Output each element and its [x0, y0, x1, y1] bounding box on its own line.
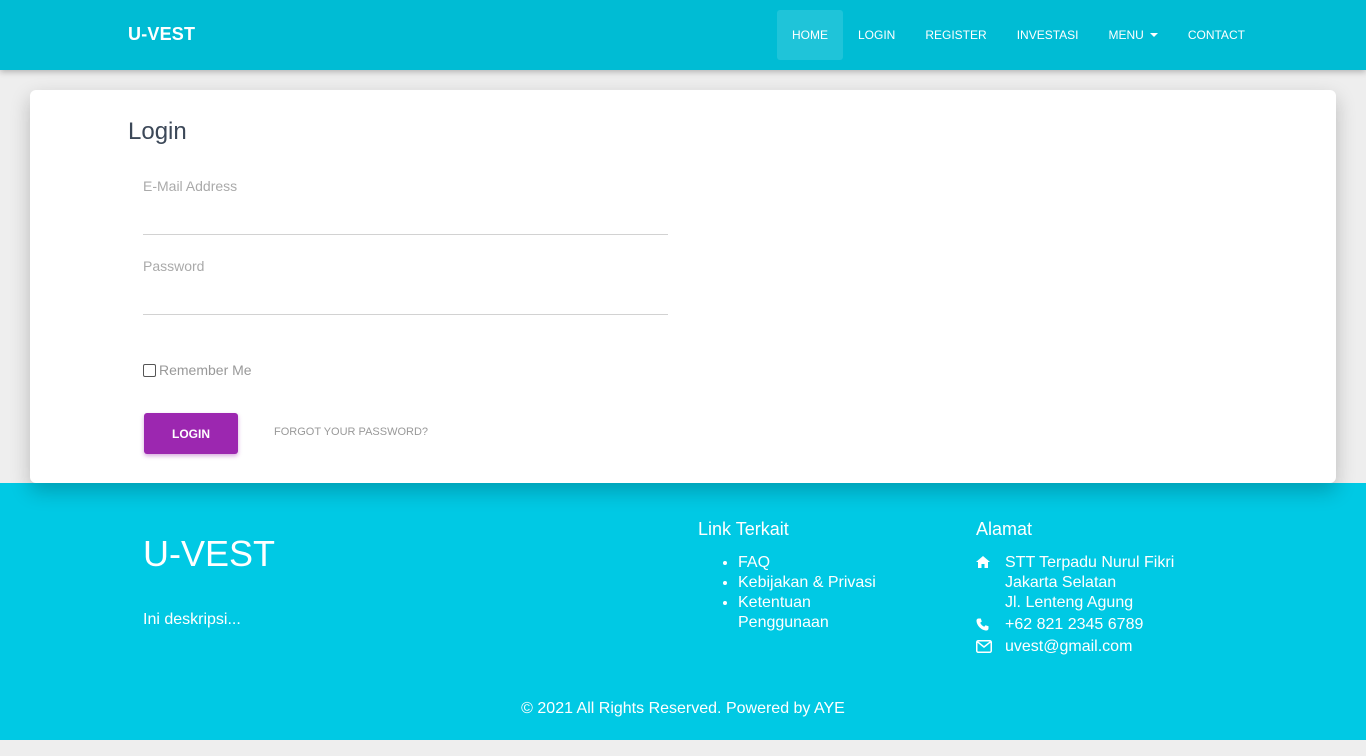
address-heading: Alamat	[976, 519, 1033, 539]
copyright: © 2021 All Rights Reserved. Powered by A…	[521, 700, 845, 717]
address-line: Jl. Lenteng Agung	[1005, 594, 1134, 611]
home-icon	[976, 553, 1005, 613]
email-label: E-Mail Address	[143, 178, 238, 194]
footer-link-privacy[interactable]: Kebijakan & Privasi	[738, 573, 898, 593]
footer-link-faq[interactable]: FAQ	[738, 553, 898, 573]
navbar-brand[interactable]: U-VEST	[128, 24, 195, 45]
nav-item-menu-dropdown[interactable]: MENU	[1093, 10, 1172, 60]
footer-brand: U-VEST	[143, 533, 276, 574]
address-line: STT Terpadu Nurul Fikri	[1005, 554, 1175, 571]
remember-me-checkbox[interactable]	[143, 363, 156, 377]
nav-item-contact[interactable]: CONTACT	[1173, 10, 1260, 60]
remember-me: Remember Me	[143, 362, 252, 378]
navbar: U-VEST HOME LOGIN REGISTER INVESTASI MEN…	[0, 0, 1366, 70]
address-line: Jakarta Selatan	[1005, 574, 1117, 591]
nav-item-register[interactable]: REGISTER	[910, 10, 1001, 60]
footer: U-VEST Ini deskripsi... Link Terkait FAQ…	[0, 483, 1366, 740]
footer-description: Ini deskripsi...	[143, 611, 241, 628]
nav-item-login[interactable]: LOGIN	[843, 10, 910, 60]
envelope-icon	[976, 637, 1005, 657]
caret-down-icon	[1149, 33, 1158, 37]
footer-links: FAQ Kebijakan & Privasi Ketentuan Penggu…	[738, 553, 898, 633]
password-label: Password	[143, 258, 205, 274]
nav-item-home[interactable]: HOME	[777, 10, 843, 60]
footer-address: STT Terpadu Nurul Fikri Jakarta Selatan …	[976, 553, 1236, 659]
footer-email[interactable]: uvest@gmail.com	[1005, 637, 1132, 657]
password-field[interactable]	[143, 287, 668, 315]
login-card: Login E-Mail Address Password Remember M…	[30, 90, 1336, 483]
page-title: Login	[128, 118, 187, 145]
email-field[interactable]	[143, 207, 668, 235]
phone-icon	[976, 615, 1005, 635]
remember-me-label[interactable]: Remember Me	[159, 362, 252, 378]
links-heading: Link Terkait	[698, 519, 789, 539]
nav-item-investasi[interactable]: INVESTASI	[1002, 10, 1094, 60]
footer-phone: +62 821 2345 6789	[1005, 616, 1144, 633]
login-button[interactable]: LOGIN	[144, 413, 238, 454]
footer-link-terms[interactable]: Ketentuan Penggunaan	[738, 593, 898, 633]
nav-menu: HOME LOGIN REGISTER INVESTASI MENU CONTA…	[777, 10, 1260, 60]
forgot-password-link[interactable]: FORGOT YOUR PASSWORD?	[274, 426, 428, 438]
